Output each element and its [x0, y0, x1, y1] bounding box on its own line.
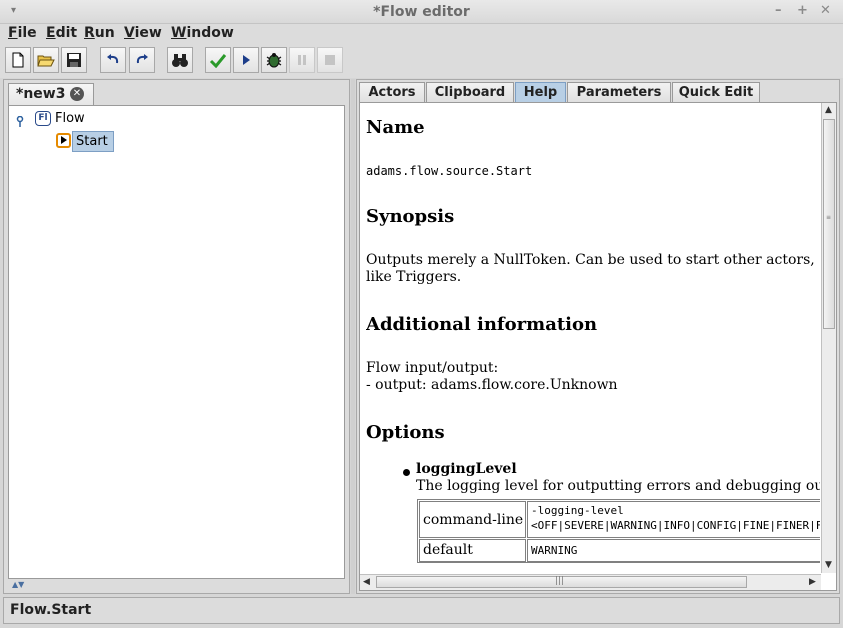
menu-bar: File Edit Run View Window: [0, 24, 843, 45]
horizontal-scroll-thumb[interactable]: |||: [376, 576, 747, 588]
table-default-label: default: [423, 542, 473, 558]
redo-button[interactable]: [129, 47, 155, 73]
menu-run-label: un: [94, 25, 115, 41]
menu-file-label: ile: [17, 25, 37, 41]
status-bar: Flow.Start: [3, 597, 840, 624]
menu-run[interactable]: Run: [84, 25, 115, 41]
run-icon: [243, 55, 250, 65]
tab-clipboard[interactable]: Clipboard: [426, 82, 514, 102]
tab-help[interactable]: Help: [515, 82, 566, 102]
option-table: command-line -logging-level <OFF|SEVERE|…: [417, 499, 820, 563]
start-node-icon: [56, 133, 71, 148]
help-content: Name adams.flow.source.Start Synopsis Ou…: [366, 103, 820, 573]
table-row-default-label-cell: default: [419, 539, 526, 562]
scroll-left-icon[interactable]: ◀: [363, 577, 370, 587]
scroll-up-icon[interactable]: ▲: [825, 105, 832, 115]
tree-node-flow[interactable]: Flow: [55, 111, 85, 126]
scroll-right-icon[interactable]: ▶: [809, 577, 816, 587]
horizontal-grip-icon: |||: [555, 576, 565, 586]
menu-window[interactable]: Window: [171, 25, 234, 41]
debug-button[interactable]: [261, 47, 287, 73]
name-heading: Name: [366, 117, 425, 138]
vertical-scrollbar[interactable]: ▲ ≡ ▼: [821, 103, 836, 573]
redo-icon: [136, 54, 148, 64]
flow-node-icon: Fl: [35, 111, 51, 126]
synopsis-heading: Synopsis: [366, 206, 455, 227]
tree-node-start[interactable]: Start: [72, 131, 114, 152]
stop-button[interactable]: [317, 47, 343, 73]
menu-edit-mnemonic: E: [46, 25, 56, 41]
menu-edit-label: dit: [55, 25, 78, 41]
undo-button[interactable]: [100, 47, 126, 73]
stop-icon: [325, 55, 335, 65]
synopsis-line-2: like Triggers.: [366, 269, 462, 285]
minimize-icon[interactable]: –: [775, 3, 782, 18]
horizontal-scrollbar[interactable]: ◀ ||| ▶: [360, 574, 821, 590]
additional-info-heading: Additional information: [366, 314, 598, 335]
option-description: The logging level for outputting errors …: [416, 478, 820, 494]
tab-new3[interactable]: *new3 ✕: [8, 83, 94, 105]
tab-new3-label: *new3: [16, 86, 66, 102]
synopsis-line-1: Outputs merely a NullToken. Can be used …: [366, 252, 815, 268]
pause-icon: [298, 55, 306, 65]
table-commandline-value-2: <OFF|SEVERE|WARNING|INFO|CONFIG|FINE|FIN…: [531, 519, 820, 532]
run-button[interactable]: [233, 47, 259, 73]
new-button[interactable]: [5, 47, 31, 73]
maximize-icon[interactable]: +: [797, 3, 808, 18]
help-pane: Name adams.flow.source.Start Synopsis Ou…: [359, 102, 837, 591]
window-title: *Flow editor: [373, 4, 470, 20]
right-panel: Actors Clipboard Help Parameters Quick E…: [356, 79, 840, 594]
menu-view[interactable]: View: [124, 25, 162, 41]
open-button[interactable]: [33, 47, 59, 73]
debug-bug-icon: [266, 53, 282, 68]
pause-button[interactable]: [289, 47, 315, 73]
flow-tree[interactable]: Fl Flow Start: [8, 105, 345, 579]
close-icon[interactable]: ✕: [820, 3, 831, 18]
tab-parameters[interactable]: Parameters: [567, 82, 671, 102]
tab-close-icon[interactable]: ✕: [70, 87, 84, 101]
menu-window-label: indow: [186, 25, 234, 41]
menu-file[interactable]: File: [8, 25, 37, 41]
menu-view-mnemonic: V: [124, 25, 135, 41]
menu-window-mnemonic: W: [171, 25, 187, 41]
additional-info-line-1: Flow input/output:: [366, 360, 499, 376]
split-divider[interactable]: [351, 79, 355, 594]
save-button[interactable]: [61, 47, 87, 73]
menu-view-label: iew: [134, 25, 162, 41]
menu-run-mnemonic: R: [84, 25, 95, 41]
toolbar: [0, 45, 843, 78]
option-name: loggingLevel: [416, 461, 517, 477]
menu-edit[interactable]: Edit: [46, 25, 77, 41]
vertical-grip-icon: ≡: [826, 214, 832, 221]
check-icon: [209, 54, 227, 68]
tree-expand-handle-icon[interactable]: [16, 116, 24, 128]
undo-icon: [107, 54, 119, 64]
table-row-default-value-cell: WARNING: [527, 539, 820, 562]
binoculars-icon: [172, 54, 188, 67]
tab-actors[interactable]: Actors: [359, 82, 425, 102]
table-default-value: WARNING: [531, 544, 578, 557]
actor-classname: adams.flow.source.Start: [366, 164, 533, 178]
table-commandline-label: command-line: [423, 512, 524, 528]
new-icon: [12, 52, 24, 68]
table-row-commandline-label-cell: command-line: [419, 501, 526, 538]
options-heading: Options: [366, 422, 445, 443]
scroll-down-icon[interactable]: ▼: [825, 560, 832, 570]
find-button[interactable]: [167, 47, 193, 73]
table-row-commandline-value-cell: -logging-level <OFF|SEVERE|WARNING|INFO|…: [527, 501, 820, 538]
open-folder-icon: [37, 55, 55, 67]
tab-quick-edit[interactable]: Quick Edit: [672, 82, 760, 102]
splitter-arrows-icon[interactable]: ▲▼: [12, 580, 24, 589]
title-bar: ▾ *Flow editor – + ✕: [0, 0, 843, 24]
check-setup-button[interactable]: [205, 47, 231, 73]
additional-info-line-2: - output: adams.flow.core.Unknown: [366, 377, 618, 393]
menu-file-mnemonic: F: [8, 25, 18, 41]
table-commandline-value-1: -logging-level: [531, 504, 624, 517]
save-icon: [67, 53, 81, 67]
flow-tree-panel: *new3 ✕ Fl Flow Start ▲▼: [3, 79, 350, 594]
option-bullet: [403, 469, 410, 476]
vertical-scroll-thumb[interactable]: ≡: [823, 119, 835, 329]
